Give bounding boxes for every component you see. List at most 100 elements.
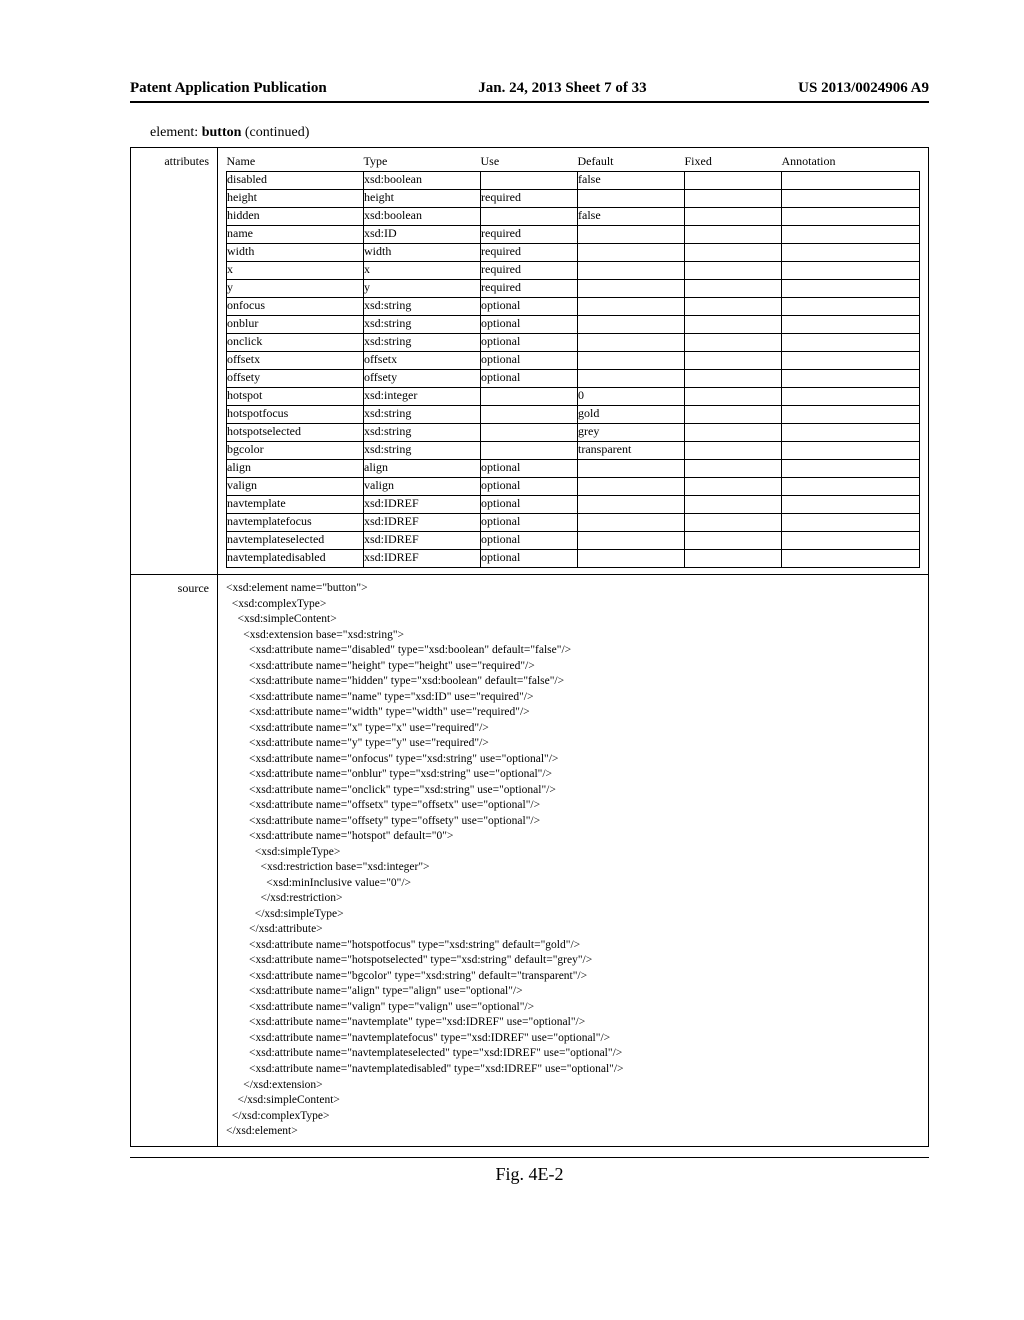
attr-cell-name: width [227,244,364,262]
attr-cell-default [578,370,685,388]
attr-cell-annotation [782,226,920,244]
attr-cell-type: xsd:boolean [364,208,481,226]
table-row: hiddenxsd:booleanfalse [227,208,920,226]
attr-cell-use [481,406,578,424]
attr-cell-name: offsetx [227,352,364,370]
table-row: offsetxoffsetxoptional [227,352,920,370]
attr-cell-fixed [685,388,782,406]
attr-cell-annotation [782,478,920,496]
attr-cell-name: x [227,262,364,280]
attr-cell-type: xsd:IDREF [364,496,481,514]
attr-cell-name: y [227,280,364,298]
attr-cell-type: xsd:string [364,406,481,424]
attr-cell-annotation [782,298,920,316]
attr-cell-use: required [481,190,578,208]
attr-header-default: Default [578,154,685,172]
attr-cell-use [481,208,578,226]
attr-cell-default [578,460,685,478]
table-row: navtemplatedisabledxsd:IDREFoptional [227,550,920,568]
attr-cell-type: align [364,460,481,478]
attr-cell-default: gold [578,406,685,424]
attr-cell-annotation [782,262,920,280]
attr-cell-name: disabled [227,172,364,190]
attr-header-annotation: Annotation [782,154,920,172]
attr-cell-type: xsd:IDREF [364,514,481,532]
attr-cell-annotation [782,370,920,388]
attr-header-row: Name Type Use Default Fixed Annotation [227,154,920,172]
attr-cell-default [578,352,685,370]
attr-cell-type: height [364,190,481,208]
attr-cell-default [578,514,685,532]
table-row: valignvalignoptional [227,478,920,496]
attr-cell-fixed [685,244,782,262]
attr-cell-use [481,442,578,460]
attr-cell-annotation [782,172,920,190]
attr-cell-use: optional [481,550,578,568]
header-center: Jan. 24, 2013 Sheet 7 of 33 [337,80,788,97]
attr-cell-annotation [782,550,920,568]
attr-cell-use: optional [481,298,578,316]
attr-cell-type: xsd:string [364,298,481,316]
attr-cell-fixed [685,424,782,442]
attr-cell-annotation [782,460,920,478]
attr-cell-annotation [782,388,920,406]
source-label: source [131,575,218,1147]
attr-cell-default: false [578,172,685,190]
attr-cell-use: optional [481,370,578,388]
attributes-label: attributes [131,148,218,575]
attr-cell-type: xsd:string [364,424,481,442]
caption-prefix: element: [150,125,202,140]
attr-cell-name: offsety [227,370,364,388]
attr-cell-fixed [685,370,782,388]
attr-cell-annotation [782,208,920,226]
attr-cell-name: onclick [227,334,364,352]
attr-cell-name: navtemplate [227,496,364,514]
attr-cell-name: onfocus [227,298,364,316]
table-row: navtemplatefocusxsd:IDREFoptional [227,514,920,532]
attr-cell-name: navtemplateselected [227,532,364,550]
attr-cell-use: optional [481,316,578,334]
attr-cell-default: transparent [578,442,685,460]
attr-cell-name: onblur [227,316,364,334]
attr-cell-annotation [782,334,920,352]
attr-header-use: Use [481,154,578,172]
attr-header-name: Name [227,154,364,172]
attr-cell-fixed [685,262,782,280]
attr-cell-default [578,262,685,280]
attr-cell-name: hotspot [227,388,364,406]
attr-cell-fixed [685,514,782,532]
attr-cell-default [578,532,685,550]
attr-cell-default [578,280,685,298]
attr-cell-default: grey [578,424,685,442]
attr-header-fixed: Fixed [685,154,782,172]
attr-cell-type: xsd:IDREF [364,532,481,550]
attr-cell-use: optional [481,460,578,478]
attr-cell-type: valign [364,478,481,496]
attr-cell-use: optional [481,514,578,532]
attr-cell-default [578,478,685,496]
layout-table: attributes Name Type Use Default Fixed A… [130,147,929,1147]
attr-cell-use: required [481,226,578,244]
attr-cell-annotation [782,190,920,208]
page: Patent Application Publication Jan. 24, … [0,0,1024,1245]
attr-cell-default [578,334,685,352]
attr-cell-default: false [578,208,685,226]
table-row: hotspotxsd:integer0 [227,388,920,406]
attr-cell-name: align [227,460,364,478]
table-row: xxrequired [227,262,920,280]
table-row: disabledxsd:booleanfalse [227,172,920,190]
attr-cell-name: valign [227,478,364,496]
attr-cell-fixed [685,190,782,208]
header-rule [130,101,929,103]
source-cell: <xsd:element name="button"> <xsd:complex… [218,575,929,1147]
attr-cell-use [481,388,578,406]
attr-cell-annotation [782,514,920,532]
attributes-table: Name Type Use Default Fixed Annotation d… [226,154,920,568]
figure-label-wrap: Fig. 4E-2 [130,1147,929,1185]
attr-cell-default: 0 [578,388,685,406]
attributes-cell: Name Type Use Default Fixed Annotation d… [218,148,929,575]
figure-label: Fig. 4E-2 [130,1157,929,1185]
attr-cell-annotation [782,442,920,460]
attr-cell-name: navtemplatedisabled [227,550,364,568]
table-row: yyrequired [227,280,920,298]
